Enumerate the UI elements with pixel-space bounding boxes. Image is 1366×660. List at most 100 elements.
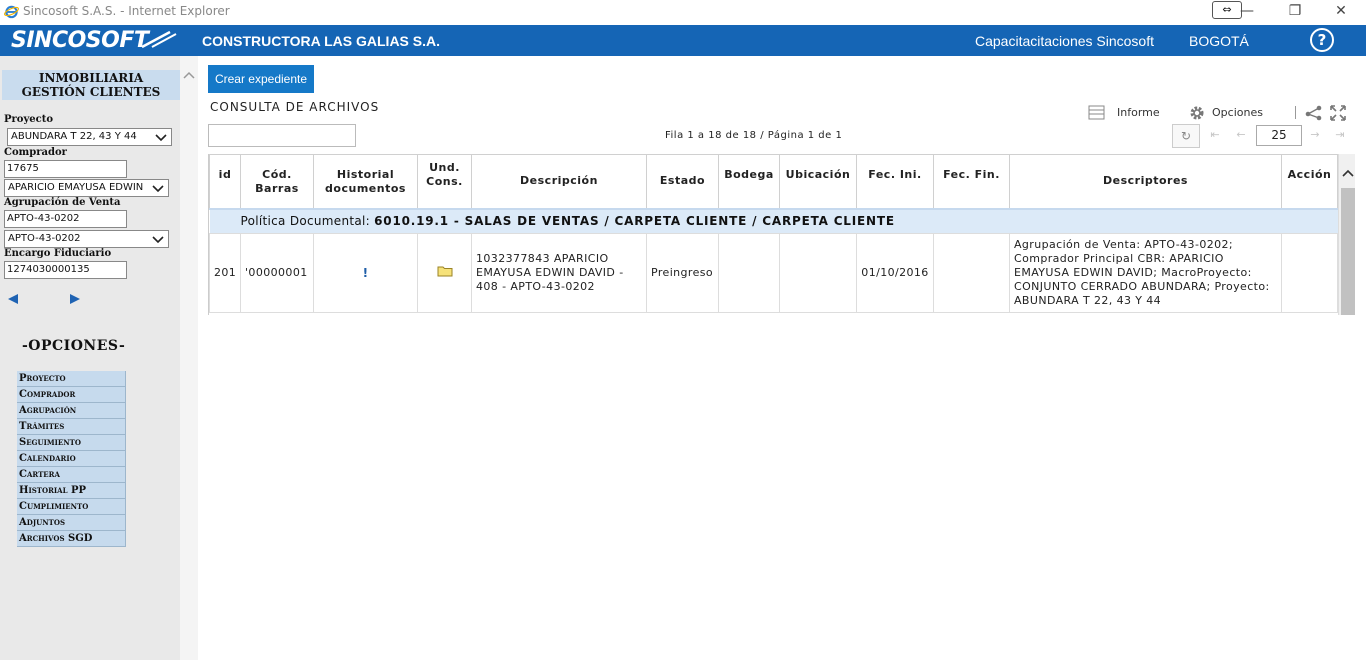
page-title: CONSULTA DE ARCHIVOS (210, 100, 380, 114)
menu-item-calendario[interactable]: Calendario (17, 451, 126, 467)
encargo-input[interactable]: 1274030000135 (4, 261, 127, 279)
grid-scrollbar[interactable] (1338, 154, 1355, 315)
menu-item-adjuntos[interactable]: Adjuntos (17, 515, 126, 531)
column-header-history[interactable]: Historial documentos (313, 154, 418, 209)
close-button[interactable]: ✕ (1318, 0, 1364, 24)
create-file-button[interactable]: Crear expediente (208, 65, 314, 93)
cell-start-date: 01/10/2016 (856, 233, 934, 313)
history-alert-icon[interactable]: ! (363, 266, 369, 280)
column-header-barcode-line2: Barras (255, 182, 299, 195)
toolbar-divider (1295, 106, 1296, 119)
pager-info: Fila 1 a 18 de 18 / Página 1 de 1 (665, 130, 843, 141)
first-page-button[interactable]: ⇤ (1202, 124, 1228, 148)
agrupacion-select[interactable]: APTO-43-0202 (4, 230, 169, 248)
refresh-icon[interactable]: ↻ (1172, 124, 1200, 148)
table-header-row: id Cód. Barras Historial documentos Und.… (209, 154, 1338, 209)
agrupacion-input[interactable]: APTO-43-0202 (4, 210, 127, 228)
column-header-location[interactable]: Ubicación (779, 154, 857, 209)
module-title-line1: INMOBILIARIA (38, 71, 144, 85)
cell-status: Preingreso (646, 233, 719, 313)
column-header-barcode[interactable]: Cód. Barras (240, 154, 314, 209)
minimize-button[interactable]: — (1224, 0, 1270, 24)
menu-item-historial-pp[interactable]: Historial PP (17, 483, 126, 499)
next-page-button[interactable]: → (1302, 124, 1328, 148)
proyecto-select[interactable]: ABUNDARA T 22, 43 Y 44 (7, 128, 172, 146)
comprador-select[interactable]: APARICIO EMAYUSA EDWIN (4, 179, 169, 197)
column-header-description-label: Descripción (520, 174, 598, 188)
encargo-label: Encargo Fiduciario (4, 248, 112, 259)
previous-page-button[interactable]: ← (1228, 124, 1254, 148)
menu-item-tramites[interactable]: Trámites (17, 419, 126, 435)
cell-action[interactable] (1281, 233, 1338, 313)
menu-item-seguimiento[interactable]: Seguimiento (17, 435, 126, 451)
previous-arrow-icon[interactable] (6, 293, 20, 305)
cell-location (779, 233, 857, 313)
sidebar: INMOBILIARIA GESTIÓN CLIENTES Proyecto A… (0, 56, 180, 660)
menu-item-comprador[interactable]: Comprador (17, 387, 126, 403)
sincosoft-logo[interactable]: SINCOSOFT (11, 28, 149, 53)
group-prefix: Política Documental: (240, 214, 371, 229)
cell-id: 201 (209, 233, 241, 313)
files-grid: id Cód. Barras Historial documentos Und.… (208, 154, 1355, 315)
page-size-input[interactable]: 25 (1256, 125, 1302, 146)
restore-button[interactable]: ❐ (1272, 0, 1318, 24)
agrupacion-select-value: APTO-43-0202 (8, 233, 81, 244)
cell-end-date (933, 233, 1010, 313)
column-header-descriptors-label: Descriptores (1103, 174, 1188, 188)
group-row[interactable]: Política Documental: 6010.19.1 - SALAS D… (209, 207, 1338, 234)
column-header-location-label: Ubicación (785, 168, 851, 181)
menu-item-proyecto[interactable]: Proyecto (17, 371, 126, 387)
city-label[interactable]: BOGOTÁ (1189, 33, 1249, 49)
share-icon[interactable] (1305, 105, 1323, 121)
options-menu: Proyecto Comprador Agrupación Trámites S… (17, 371, 126, 547)
files-table: id Cód. Barras Historial documentos Und.… (209, 154, 1338, 313)
cell-descriptors: Agrupación de Venta: APTO-43-0202; Compr… (1009, 233, 1282, 313)
fullscreen-icon[interactable] (1330, 105, 1346, 121)
options-title: -OPCIONES- (22, 338, 126, 354)
column-header-warehouse[interactable]: Bodega (718, 154, 780, 209)
column-header-barcode-line1: Cód. (262, 168, 292, 181)
chevron-up-icon[interactable] (183, 70, 195, 80)
comprador-select-value: APARICIO EMAYUSA EDWIN (8, 182, 144, 193)
column-header-status[interactable]: Estado (646, 154, 719, 209)
report-label: Informe (1117, 106, 1160, 119)
menu-item-archivos-sgd[interactable]: Archivos SGD (17, 531, 126, 547)
column-header-unit-line2: Cons. (426, 175, 463, 188)
column-header-action-label: Acción (1287, 168, 1332, 181)
comprador-label: Comprador (4, 147, 67, 158)
last-page-button[interactable]: ⇥ (1327, 124, 1353, 148)
column-header-descriptors[interactable]: Descriptores (1009, 154, 1282, 209)
menu-item-agrupacion[interactable]: Agrupación (17, 403, 126, 419)
app-header: SINCOSOFT CONSTRUCTORA LAS GALIAS S.A. C… (0, 25, 1366, 56)
search-input[interactable] (208, 124, 356, 147)
training-link[interactable]: Capacitacitaciones Sincosoft (975, 33, 1154, 49)
cell-barcode: '00000001 (240, 233, 314, 313)
module-title-line2: GESTIÓN CLIENTES (21, 85, 161, 99)
comprador-code-input[interactable]: 17675 (4, 160, 127, 178)
chevron-down-icon (152, 185, 164, 193)
column-header-id[interactable]: id (209, 154, 241, 209)
menu-item-cartera[interactable]: Cartera (17, 467, 126, 483)
column-header-description[interactable]: Descripción (471, 154, 647, 209)
column-header-end-date-label: Fec. Fin. (943, 168, 1000, 181)
report-icon (1088, 105, 1105, 120)
column-header-end-date[interactable]: Fec. Fin. (933, 154, 1010, 209)
column-header-start-date-label: Fec. Ini. (868, 168, 922, 181)
menu-item-cumplimiento[interactable]: Cumplimiento (17, 499, 126, 515)
folder-icon[interactable] (437, 265, 453, 277)
column-header-id-label: id (218, 168, 232, 181)
column-header-start-date[interactable]: Fec. Ini. (856, 154, 934, 209)
grid-scrollbar-thumb[interactable] (1341, 188, 1355, 315)
window-title: Sincosoft S.A.S. - Internet Explorer (23, 4, 230, 18)
proyecto-select-value: ABUNDARA T 22, 43 Y 44 (11, 131, 137, 142)
table-row[interactable]: 201 '00000001 ! 1032377843 APARICIO EMAY… (209, 233, 1338, 313)
next-arrow-icon[interactable] (68, 293, 82, 305)
window-titlebar: Sincosoft S.A.S. - Internet Explorer ⇔ —… (0, 0, 1366, 24)
chevron-up-icon[interactable] (1342, 168, 1354, 178)
cell-description: 1032377843 APARICIO EMAYUSA EDWIN DAVID … (471, 233, 647, 313)
column-header-unit[interactable]: Und. Cons. (417, 154, 472, 209)
column-header-action[interactable]: Acción (1281, 154, 1338, 209)
help-icon[interactable]: ? (1310, 28, 1334, 52)
module-title: INMOBILIARIA GESTIÓN CLIENTES (2, 70, 180, 100)
column-header-warehouse-label: Bodega (724, 168, 774, 181)
